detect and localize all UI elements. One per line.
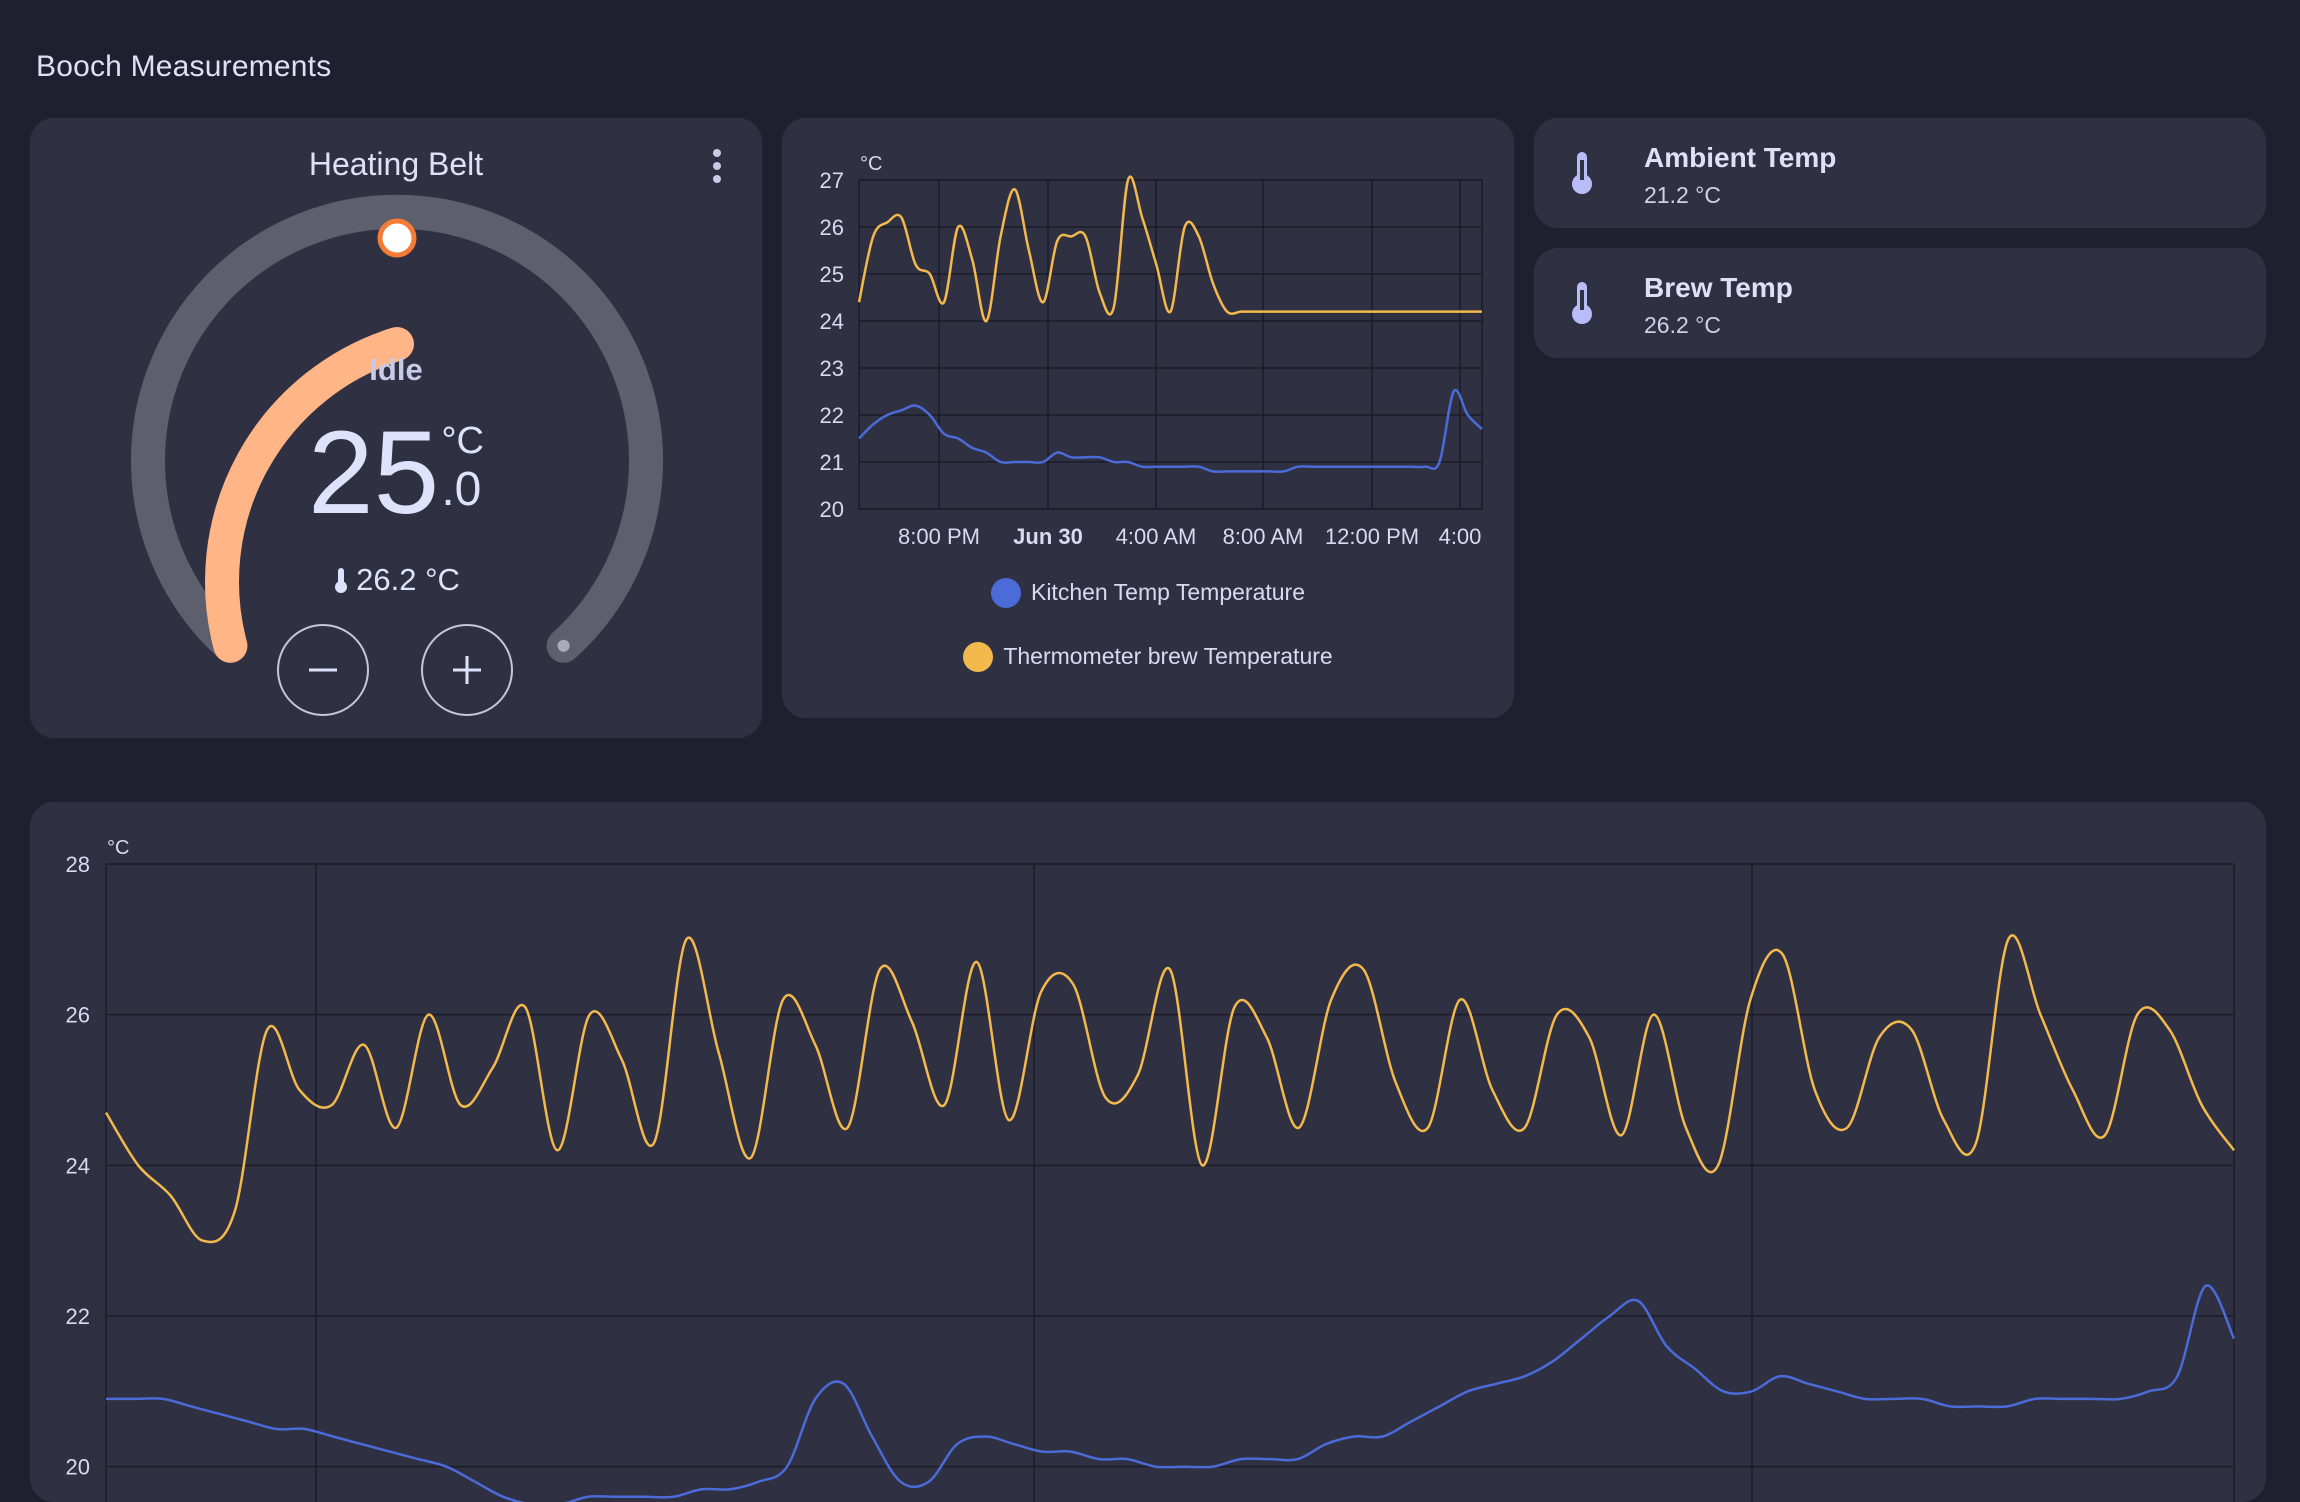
- x-tick-label: 12:00 PM: [1325, 524, 1419, 549]
- statistics-chart-card: °C 20 22 24 26 28: [30, 802, 2266, 1502]
- section-title: Booch Measurements: [36, 50, 332, 83]
- entity-name: Ambient Temp: [1644, 142, 1837, 173]
- entity-card-brew-temp[interactable]: Brew Temp 26.2 °C: [1534, 248, 2266, 358]
- y-tick-label: 23: [820, 356, 844, 381]
- decrease-button[interactable]: [277, 624, 369, 716]
- target-decimal: .0: [441, 463, 482, 516]
- y-tick-label: 21: [820, 450, 844, 475]
- y-tick-label: 26: [820, 215, 844, 240]
- y-axis-unit: °C: [860, 153, 882, 175]
- series-line-brew: [104, 934, 2236, 1244]
- y-axis-unit: °C: [107, 837, 129, 859]
- plus-icon: [453, 656, 481, 684]
- thermostat-card: Heating Belt Idle 25 °C .0 26.2 °C: [30, 118, 762, 738]
- x-tick-label: 4:00: [1439, 524, 1482, 549]
- legend-dot-brew: [963, 642, 994, 672]
- legend-item-brew[interactable]: Thermometer brew Temperature: [782, 642, 1514, 672]
- target-integer: 25: [308, 407, 440, 539]
- entity-card-ambient-temp[interactable]: Ambient Temp 21.2 °C: [1534, 118, 2266, 228]
- thermometer-icon: [1572, 152, 1592, 194]
- thermometer-icon: [1572, 282, 1592, 324]
- y-tick-label: 22: [820, 403, 844, 428]
- target-temperature: 25 °C .0: [30, 414, 762, 532]
- current-temperature: 26.2 °C: [30, 562, 762, 598]
- y-tick-label: 20: [820, 497, 844, 522]
- y-tick-label: 20: [66, 1455, 90, 1480]
- x-tick-label: 8:00 PM: [898, 524, 980, 549]
- history-chart[interactable]: °C 20 21 22 23 24 25 26 27 8:00 PM Jun 30 4:00 AM 8:…: [782, 118, 1514, 718]
- y-tick-label: 27: [820, 168, 844, 193]
- series-line-kitchen: [106, 1284, 2236, 1502]
- y-tick-label: 28: [66, 852, 90, 877]
- series-line-kitchen: [858, 388, 1483, 474]
- series-line-brew: [857, 175, 1482, 323]
- minus-icon: [309, 668, 337, 672]
- x-tick-label: Jun 30: [1013, 524, 1083, 549]
- target-unit: °C: [441, 420, 484, 462]
- history-chart-card: °C 20 21 22 23 24 25 26 27 8:00 PM Jun 30 4:00 AM 8:…: [782, 118, 1514, 718]
- y-tick-label: 24: [66, 1153, 90, 1178]
- entity-state: 21.2 °C: [1644, 182, 1721, 208]
- x-tick-label: 4:00 AM: [1116, 524, 1197, 549]
- statistics-chart[interactable]: °C 20 22 24 26 28: [30, 802, 2266, 1502]
- legend-dot-kitchen: [990, 578, 1021, 608]
- y-tick-label: 22: [66, 1304, 90, 1329]
- increase-button[interactable]: [421, 624, 513, 716]
- current-temperature-value: 26.2 °C: [356, 562, 460, 597]
- legend-item-kitchen[interactable]: Kitchen Temp Temperature: [782, 578, 1514, 608]
- hvac-state: Idle: [369, 352, 423, 387]
- entity-state: 26.2 °C: [1644, 312, 1721, 338]
- thermometer-icon: [335, 568, 348, 593]
- y-tick-label: 25: [820, 262, 844, 287]
- legend-label-brew: Thermometer brew Temperature: [1003, 643, 1333, 669]
- y-tick-label: 24: [820, 309, 844, 334]
- entity-name: Brew Temp: [1644, 272, 1793, 303]
- plot-border: [858, 179, 1483, 510]
- legend-label-kitchen: Kitchen Temp Temperature: [1030, 579, 1306, 605]
- y-tick-label: 26: [66, 1003, 90, 1028]
- x-tick-label: 8:00 AM: [1223, 524, 1304, 549]
- dial-current-marker: [557, 639, 570, 652]
- dial-handle[interactable]: [377, 218, 417, 258]
